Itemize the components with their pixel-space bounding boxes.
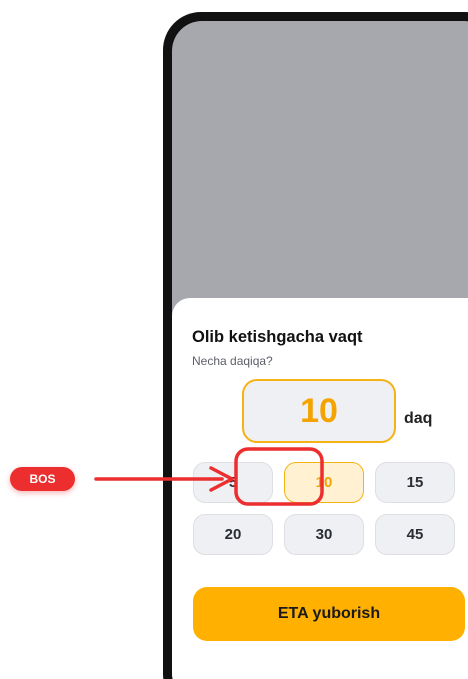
preset-chip-30[interactable]: 30 [284, 514, 364, 555]
preset-chip-15[interactable]: 15 [375, 462, 455, 503]
eta-bottom-sheet: Olib ketishgacha vaqt Necha daqiqa? 10 d… [172, 298, 468, 679]
phone-screen: Olib ketishgacha vaqt Necha daqiqa? 10 d… [172, 21, 468, 679]
phone-frame: Olib ketishgacha vaqt Necha daqiqa? 10 d… [163, 12, 468, 679]
preset-chip-20[interactable]: 20 [193, 514, 273, 555]
minutes-unit-label: daq [404, 410, 433, 427]
screenshot-stage: Olib ketishgacha vaqt Necha daqiqa? 10 d… [0, 0, 468, 679]
minutes-value-input[interactable]: 10 [242, 379, 396, 443]
annotation-badge: BOS [10, 467, 75, 491]
eta-submit-button[interactable]: ETA yuborish [193, 587, 465, 641]
preset-chip-45[interactable]: 45 [375, 514, 455, 555]
sheet-title: Olib ketishgacha vaqt [192, 328, 363, 346]
preset-chip-5[interactable]: 5 [193, 462, 273, 503]
preset-chip-10-selected[interactable]: 10 [284, 462, 364, 503]
sheet-subtitle: Necha daqiqa? [192, 354, 273, 368]
